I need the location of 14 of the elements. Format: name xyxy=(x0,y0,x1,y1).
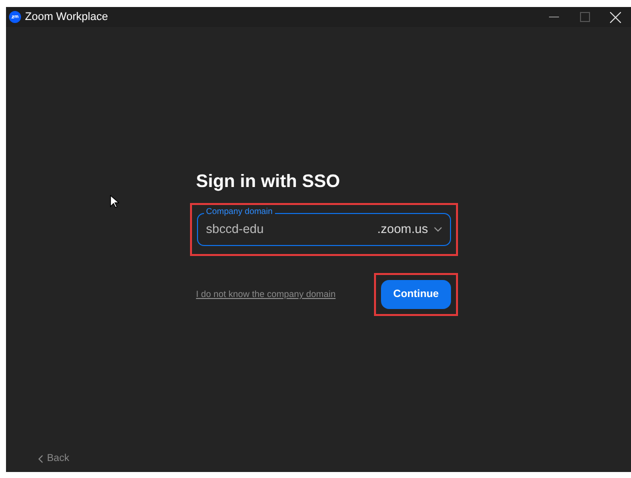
continue-button[interactable]: Continue xyxy=(381,280,451,309)
maximize-icon xyxy=(580,12,590,22)
back-button[interactable]: Back xyxy=(32,450,76,467)
cursor-icon xyxy=(110,195,119,208)
chevron-left-icon xyxy=(38,454,43,462)
page-heading: Sign in with SSO xyxy=(196,170,341,192)
domain-suffix: .zoom.us xyxy=(377,221,428,238)
app-logo-icon xyxy=(9,11,21,23)
company-domain-field[interactable]: Company domain sbccd-edu .zoom.us xyxy=(197,206,451,246)
chevron-down-icon[interactable] xyxy=(434,227,442,232)
close-icon xyxy=(610,12,621,22)
unknown-domain-link[interactable]: I do not know the company domain xyxy=(196,288,336,302)
window-title: Zoom Workplace xyxy=(25,10,108,25)
domain-input[interactable]: sbccd-edu xyxy=(206,220,378,239)
